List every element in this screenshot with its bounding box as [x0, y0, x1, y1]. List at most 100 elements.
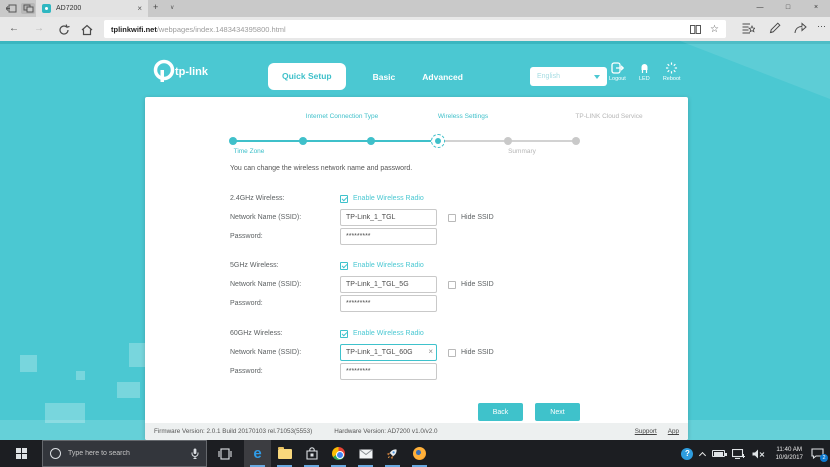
router-nav: Quick Setup Basic Advanced	[268, 63, 463, 90]
maximize-button[interactable]: □	[774, 0, 802, 17]
volume-muted-icon[interactable]	[752, 449, 765, 459]
language-select[interactable]: English	[530, 67, 607, 86]
enable-wireless-label: Enable Wireless Radio	[353, 195, 424, 202]
step-label-summary: Summary	[508, 148, 536, 155]
browser-titlebar: AD7200 × + ∨ — □ ×	[0, 0, 830, 17]
section-2g: 2.4GHz Wireless: Enable Wireless Radio N…	[230, 189, 680, 246]
refresh-icon[interactable]	[58, 23, 70, 41]
new-tab-button[interactable]: +	[153, 2, 158, 12]
hide-ssid-checkbox[interactable]	[448, 348, 456, 357]
tabs-preview-icon[interactable]	[21, 3, 35, 14]
favorite-star-icon[interactable]: ☆	[710, 24, 719, 35]
forward-icon[interactable]: →	[34, 21, 44, 37]
reading-view-icon[interactable]	[690, 24, 702, 34]
cortana-icon	[50, 448, 61, 459]
tab-advanced[interactable]: Advanced	[422, 72, 463, 82]
edge-taskbar-icon[interactable]: e	[244, 440, 271, 467]
start-button[interactable]	[0, 440, 42, 467]
search-input[interactable]	[68, 450, 191, 457]
folder-icon	[277, 446, 292, 459]
set-tabs-aside-icon[interactable]	[4, 3, 18, 14]
mail-taskbar-icon[interactable]	[352, 440, 379, 467]
reboot-button[interactable]: Reboot	[663, 62, 681, 82]
stepper-line-done	[233, 140, 438, 142]
chrome-taskbar-icon[interactable]	[325, 440, 352, 467]
web-note-pen-icon[interactable]	[769, 22, 781, 34]
password-input-5g[interactable]	[340, 295, 437, 312]
hide-ssid-label: Hide SSID	[461, 214, 494, 221]
back-icon[interactable]: ←	[9, 21, 19, 37]
ssid-input-2g[interactable]	[340, 209, 437, 226]
clear-input-icon[interactable]: ×	[428, 347, 433, 356]
file-explorer-taskbar-icon[interactable]	[271, 440, 298, 467]
section-5g: 5GHz Wireless: Enable Wireless Radio Net…	[230, 256, 680, 313]
chrome-icon	[332, 447, 345, 460]
back-button[interactable]: Back	[478, 403, 523, 421]
password-input-2g[interactable]	[340, 228, 437, 245]
enable-wireless-checkbox[interactable]	[340, 261, 348, 270]
task-view-button[interactable]	[212, 440, 238, 467]
tab-basic[interactable]: Basic	[373, 72, 396, 82]
action-center-button[interactable]: 2	[811, 448, 828, 462]
browser-tab[interactable]: AD7200 ×	[36, 0, 148, 17]
step-label-cloud-service: TP-LINK Cloud Service	[575, 113, 643, 120]
deco-pixel	[117, 382, 140, 398]
ssid-label: Network Name (SSID):	[230, 214, 302, 221]
step-label-time-zone: Time Zone	[233, 148, 265, 155]
store-taskbar-icon[interactable]	[298, 440, 325, 467]
reboot-icon	[666, 62, 678, 74]
tab-preview-chevron-icon[interactable]: ∨	[170, 4, 174, 11]
support-link[interactable]: Support	[635, 428, 657, 435]
windows-taskbar: e ? 11:40 AM	[0, 440, 830, 467]
ssid-label: Network Name (SSID):	[230, 281, 302, 288]
enable-wireless-checkbox[interactable]	[340, 329, 348, 338]
led-label: LED	[638, 76, 650, 82]
app-link[interactable]: App	[668, 428, 679, 435]
network-icon[interactable]	[732, 448, 746, 459]
home-icon[interactable]	[81, 23, 93, 41]
tab-close-icon[interactable]: ×	[137, 4, 142, 13]
taskbar-clock[interactable]: 11:40 AM 10/9/2017	[775, 446, 803, 461]
svg-text:tp-link: tp-link	[175, 66, 209, 78]
share-icon[interactable]	[794, 22, 807, 34]
hide-ssid-label: Hide SSID	[461, 281, 494, 288]
header-actions: Logout LED Reboot	[609, 62, 681, 82]
ssid-input-60g[interactable]	[340, 344, 437, 361]
ssid-input-5g[interactable]	[340, 276, 437, 293]
hub-icon[interactable]	[742, 22, 755, 34]
clock-date: 10/9/2017	[775, 453, 803, 461]
hide-ssid-checkbox[interactable]	[448, 213, 456, 222]
more-options-icon[interactable]: ⋯	[817, 21, 826, 32]
tab-title: AD7200	[56, 5, 82, 12]
language-value: English	[537, 73, 560, 80]
battery-icon[interactable]	[712, 450, 728, 457]
firmware-version: Firmware Version: 2.0.1 Build 20170103 r…	[154, 428, 313, 435]
led-button[interactable]: LED	[639, 62, 650, 82]
step-dot-summary	[504, 137, 512, 145]
rocket-app-taskbar-icon[interactable]	[379, 440, 406, 467]
edge-logo-icon: e	[253, 445, 262, 462]
tab-quick-setup[interactable]: Quick Setup	[268, 63, 346, 90]
show-hidden-icons-chevron[interactable]	[699, 450, 707, 459]
taskbar-search[interactable]	[42, 440, 207, 467]
help-tray-icon[interactable]: ?	[681, 447, 694, 460]
enable-wireless-checkbox[interactable]	[340, 194, 348, 203]
password-input-60g[interactable]	[340, 363, 437, 380]
next-button[interactable]: Next	[535, 403, 580, 421]
tplink-favicon	[42, 4, 51, 13]
minimize-button[interactable]: —	[746, 0, 774, 17]
card-footer: Firmware Version: 2.0.1 Build 20170103 r…	[145, 423, 688, 440]
logout-button[interactable]: Logout	[609, 62, 626, 82]
shopping-bag-icon	[305, 447, 318, 460]
hardware-version: Hardware Version: AD7200 v1.0/v2.0	[334, 428, 438, 435]
band-label: 60GHz Wireless:	[230, 330, 283, 337]
address-bar[interactable]: tplinkwifi.net/webpages/index.1483434395…	[104, 20, 726, 38]
step-label-internet-connection-type: Internet Connection Type	[305, 113, 379, 120]
section-60g: 60GHz Wireless: Enable Wireless Radio Ne…	[230, 324, 680, 381]
rocket-icon	[386, 449, 397, 460]
step-label-wireless-settings: Wireless Settings	[437, 113, 489, 120]
close-button[interactable]: ×	[802, 0, 830, 17]
firefox-taskbar-icon[interactable]	[406, 440, 433, 467]
deco-pixel	[20, 355, 37, 372]
hide-ssid-checkbox[interactable]	[448, 280, 456, 289]
